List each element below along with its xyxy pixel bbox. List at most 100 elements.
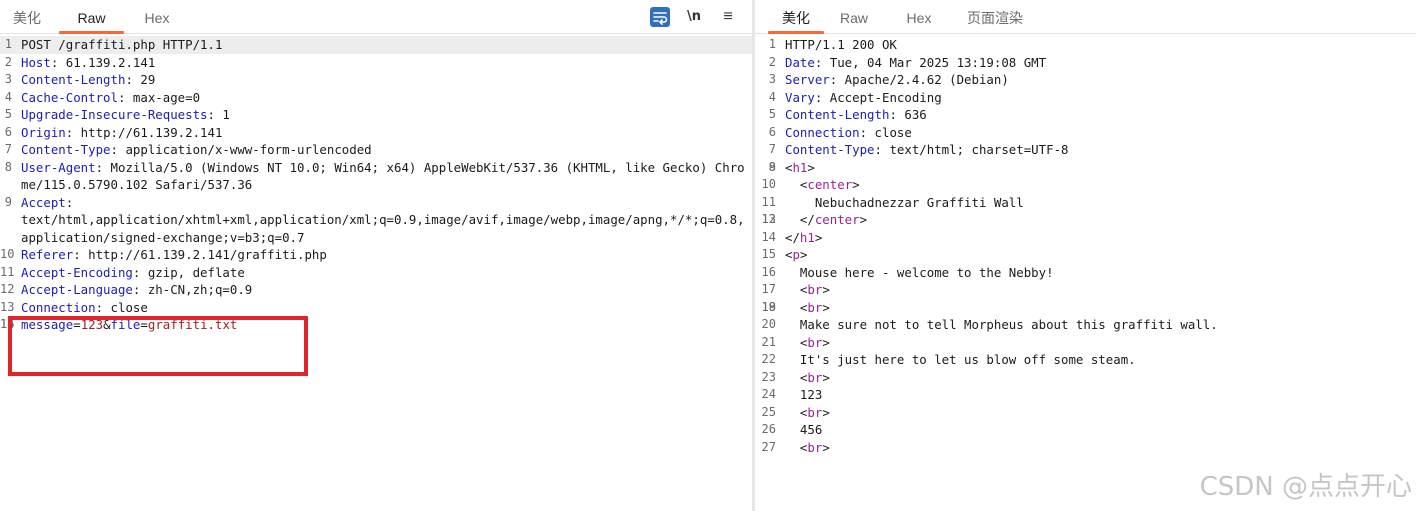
response-viewer[interactable]: 1 HTTP/1.1 200 OK 2 Date: Tue, 04 Mar 2025 … bbox=[755, 36, 1416, 511]
code-text: > bbox=[822, 439, 830, 455]
html-tag-name: br bbox=[807, 334, 823, 350]
response-tab-raw[interactable]: Raw bbox=[833, 0, 875, 34]
code-text: : http://61.139.2.141 bbox=[65, 124, 223, 140]
code-text: < bbox=[785, 177, 808, 192]
header-name: Referer bbox=[21, 247, 74, 262]
line-number: 15 bbox=[761, 247, 776, 261]
line-content: <br> bbox=[755, 404, 1416, 422]
line-number: 6 bbox=[768, 124, 776, 139]
line-number: 1 bbox=[768, 37, 776, 51]
code-text: < bbox=[785, 369, 808, 385]
response-tab-hex[interactable]: Hex bbox=[896, 0, 942, 34]
response-line: 14 </h1> bbox=[755, 229, 1416, 247]
request-line: 5 Upgrade-Insecure-Requests: 1 bbox=[0, 106, 752, 124]
line-content: Accept: text/html,application/xhtml+xml,… bbox=[0, 194, 752, 247]
line-number: 24 bbox=[761, 387, 776, 401]
line-number: 23 bbox=[761, 369, 776, 384]
line-content: POST /graffiti.php HTTP/1.1 bbox=[0, 36, 752, 54]
line-number: 11 bbox=[761, 194, 776, 209]
line-number: 13 bbox=[0, 299, 15, 314]
code-text: : text/html; charset=UTF-8 bbox=[874, 142, 1069, 157]
line-number: 10 bbox=[0, 247, 15, 261]
request-line: 12 Accept-Language: zh-CN,zh;q=0.9 bbox=[0, 281, 752, 299]
code-text: : Mozilla/5.0 (Windows NT 10.0; Win64; x… bbox=[21, 159, 745, 193]
line-number: 3 bbox=[4, 72, 12, 86]
request-editor[interactable]: 1 POST /graffiti.php HTTP/1.1 2 Host: 61.13… bbox=[0, 36, 752, 511]
wrap-icon bbox=[653, 12, 668, 25]
line-number: 22 bbox=[761, 352, 776, 366]
request-pane: 美化 Raw Hex \n ≡ 1 POST /graffiti.php HTTP… bbox=[0, 0, 752, 511]
html-tag-name: br bbox=[807, 282, 823, 297]
code-text: Make sure not to tell Morpheus about thi… bbox=[785, 317, 1218, 332]
code-text: : application/x-www-form-urlencoded bbox=[110, 142, 372, 157]
response-line: 20 Make sure not to tell Morpheus about … bbox=[755, 316, 1416, 334]
line-number: 26 bbox=[761, 422, 776, 436]
menu-icon[interactable]: ≡ bbox=[719, 7, 737, 27]
header-name: Origin bbox=[21, 124, 66, 140]
line-content: Make sure not to tell Morpheus about thi… bbox=[755, 316, 1416, 334]
response-line: 6 Connection: close bbox=[755, 124, 1416, 142]
line-content: <center> bbox=[755, 176, 1416, 194]
code-text: : zh-CN,zh;q=0.9 bbox=[132, 282, 253, 297]
line-content: <p> bbox=[755, 246, 1416, 264]
line-number: 8 bbox=[4, 159, 12, 174]
line-number: 3 bbox=[768, 72, 776, 86]
line-number: 27 bbox=[761, 439, 776, 454]
line-number: 20 bbox=[761, 317, 776, 331]
response-line: 9 <h1> bbox=[755, 159, 1416, 177]
line-number: 9 bbox=[4, 194, 12, 209]
response-pane: 美化 Raw Hex 页面渲染 1 HTTP/1.1 200 OK 2 Date: T… bbox=[755, 0, 1416, 511]
html-tag-name: center bbox=[807, 177, 853, 192]
line-content: Accept-Language: zh-CN,zh;q=0.9 bbox=[0, 281, 752, 299]
request-line: 10 Referer: http://61.139.2.141/graffiti.… bbox=[0, 246, 752, 264]
line-content: <h1> bbox=[755, 159, 1416, 177]
html-tag-name: h1 bbox=[799, 229, 815, 245]
line-number: 25 bbox=[761, 404, 776, 419]
line-content: Date: Tue, 04 Mar 2025 13:19:08 GMT bbox=[755, 54, 1416, 72]
html-tag-name: br bbox=[807, 404, 823, 420]
response-tab-pretty[interactable]: 美化 bbox=[768, 0, 824, 34]
line-number: 15 bbox=[0, 317, 15, 331]
header-name: User-Agent bbox=[21, 159, 96, 175]
code-text: : http://61.139.2.141/graffiti.php bbox=[73, 247, 327, 262]
line-content: </h1> bbox=[755, 229, 1416, 247]
request-tab-raw[interactable]: Raw bbox=[59, 0, 124, 34]
line-content: Content-Type: application/x-www-form-url… bbox=[0, 141, 752, 159]
response-tab-render[interactable]: 页面渲染 bbox=[962, 0, 1028, 34]
code-text: : text/html,application/xhtml+xml,applic… bbox=[21, 194, 745, 245]
code-text: = bbox=[140, 317, 148, 332]
code-text: 123 bbox=[785, 387, 823, 402]
request-tab-pretty[interactable]: 美化 bbox=[8, 0, 46, 34]
line-content: <br> bbox=[755, 299, 1416, 317]
response-line: 24 123 bbox=[755, 386, 1416, 404]
code-text: : max-age=0 bbox=[117, 89, 201, 105]
line-content: Connection: close bbox=[0, 299, 752, 317]
request-line: 11 Accept-Encoding: gzip, deflate bbox=[0, 264, 752, 282]
word-wrap-button[interactable] bbox=[650, 7, 670, 27]
line-number: 10 bbox=[761, 177, 776, 191]
line-content: </center> bbox=[755, 211, 1416, 229]
header-name: message bbox=[21, 317, 74, 332]
code-text: < bbox=[785, 334, 808, 350]
header-name: Accept bbox=[21, 194, 66, 210]
code-text: < bbox=[785, 282, 808, 297]
header-name: file bbox=[110, 317, 141, 332]
code-text: : Tue, 04 Mar 2025 13:19:08 GMT bbox=[814, 54, 1047, 70]
param-value: graffiti.txt bbox=[147, 317, 238, 332]
response-line: 23 <br> bbox=[755, 369, 1416, 387]
line-content: message=123&file=graffiti.txt bbox=[0, 316, 752, 334]
code-text: HTTP/1.1 200 OK bbox=[785, 37, 897, 52]
line-number: 7 bbox=[768, 142, 776, 156]
code-text: > bbox=[859, 212, 868, 227]
line-number: 2 bbox=[768, 54, 776, 69]
response-line: 22 It's just here to let us blow off som… bbox=[755, 351, 1416, 369]
line-content: <br> bbox=[755, 369, 1416, 387]
request-tab-hex[interactable]: Hex bbox=[134, 0, 180, 34]
code-text: < bbox=[785, 439, 808, 455]
response-line: 4 Vary: Accept-Encoding bbox=[755, 89, 1416, 107]
show-newlines-button[interactable]: \n bbox=[683, 7, 705, 27]
code-text: > bbox=[822, 334, 830, 350]
response-line: 19 <br> bbox=[755, 299, 1416, 317]
line-number: 4 bbox=[768, 89, 776, 104]
line-content: <br> bbox=[755, 439, 1416, 457]
